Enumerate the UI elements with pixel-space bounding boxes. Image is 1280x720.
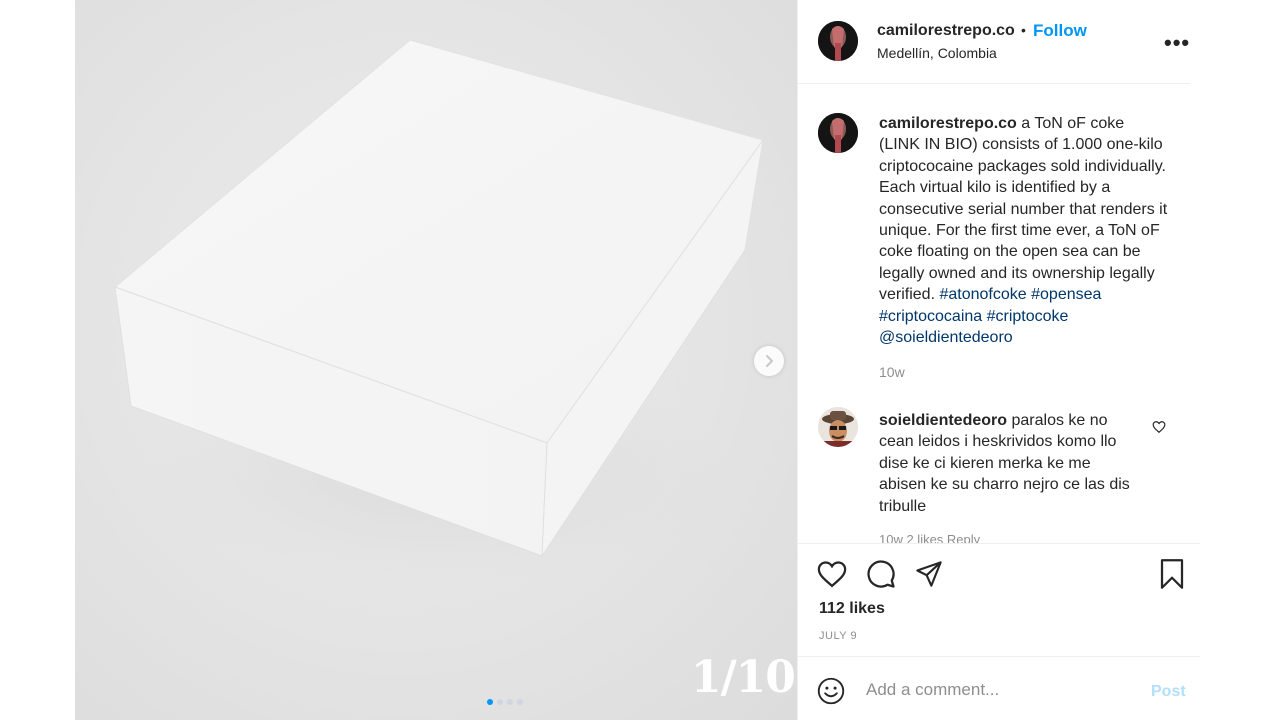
- chevron-right-icon: [766, 355, 773, 367]
- caption-avatar-image: [818, 113, 858, 153]
- heart-outline-icon: [1152, 421, 1166, 434]
- like-comment-button[interactable]: [1152, 420, 1166, 439]
- author-avatar[interactable]: [818, 21, 858, 61]
- add-comment-bar: Post: [798, 656, 1200, 720]
- caption-age[interactable]: 10w: [879, 364, 905, 380]
- hashtag[interactable]: #criptocoke: [987, 308, 1069, 325]
- post-comment-button[interactable]: Post: [1151, 683, 1186, 701]
- commenter-avatar[interactable]: [818, 407, 858, 447]
- hashtag[interactable]: #atonofcoke: [939, 286, 1026, 303]
- more-options-icon[interactable]: •••: [1164, 30, 1190, 56]
- hashtag[interactable]: #opensea: [1031, 286, 1101, 303]
- hashtag[interactable]: #criptococaina: [879, 308, 982, 325]
- share-button[interactable]: [913, 558, 945, 590]
- caption-text: a ToN oF coke (LINK IN BIO) consists of …: [879, 115, 1168, 304]
- author-avatar-image: [818, 21, 858, 61]
- comment-meta: 10w 2 likes Reply: [879, 532, 981, 543]
- post-date: JULY 9: [819, 630, 858, 642]
- save-button[interactable]: [1156, 558, 1188, 590]
- like-button[interactable]: [816, 558, 848, 590]
- bookmark-icon: [1160, 559, 1184, 589]
- comment-button[interactable]: [865, 558, 897, 590]
- comments-section[interactable]: camilorestrepo.co a ToN oF coke (LINK IN…: [798, 85, 1190, 543]
- heart-icon: [817, 561, 847, 588]
- white-box-image: [114, 39, 764, 590]
- likes-count[interactable]: 112 likes: [819, 600, 885, 618]
- carousel-dot: [507, 699, 513, 705]
- commenter-avatar-image: [818, 407, 858, 447]
- carousel-dot: [517, 699, 523, 705]
- post-side-panel: camilorestrepo.co • Follow Medellín, Col…: [797, 0, 1200, 720]
- commenter-username[interactable]: soieldientedeoro: [879, 412, 1007, 429]
- post-location[interactable]: Medellín, Colombia: [877, 45, 997, 61]
- post-caption: camilorestrepo.co a ToN oF coke (LINK IN…: [879, 113, 1169, 348]
- next-slide-button[interactable]: [754, 346, 784, 376]
- author-username[interactable]: camilorestrepo.co: [877, 22, 1015, 40]
- paper-plane-icon: [916, 561, 942, 587]
- carousel-dot-active: [487, 699, 493, 705]
- carousel-dot: [497, 699, 503, 705]
- comment-item: soieldientedeoro paralos ke no cean leid…: [879, 410, 1141, 517]
- post-header: camilorestrepo.co • Follow Medellín, Col…: [798, 0, 1190, 84]
- separator-dot: •: [1021, 22, 1026, 38]
- emoji-icon: [817, 677, 845, 705]
- comment-icon: [867, 560, 895, 588]
- emoji-button[interactable]: [816, 676, 846, 706]
- post-media[interactable]: 1/1000: [75, 0, 797, 720]
- comment-input[interactable]: [866, 679, 1136, 701]
- follow-button[interactable]: Follow: [1033, 21, 1087, 41]
- caption-avatar[interactable]: [818, 113, 858, 153]
- post-actions: 112 likes JULY 9: [798, 543, 1200, 656]
- carousel-indicator: [487, 699, 523, 705]
- mention-link[interactable]: @soieldientedeoro: [879, 329, 1013, 346]
- slide-counter-text: 1/1000: [691, 652, 797, 703]
- caption-username[interactable]: camilorestrepo.co: [879, 115, 1017, 132]
